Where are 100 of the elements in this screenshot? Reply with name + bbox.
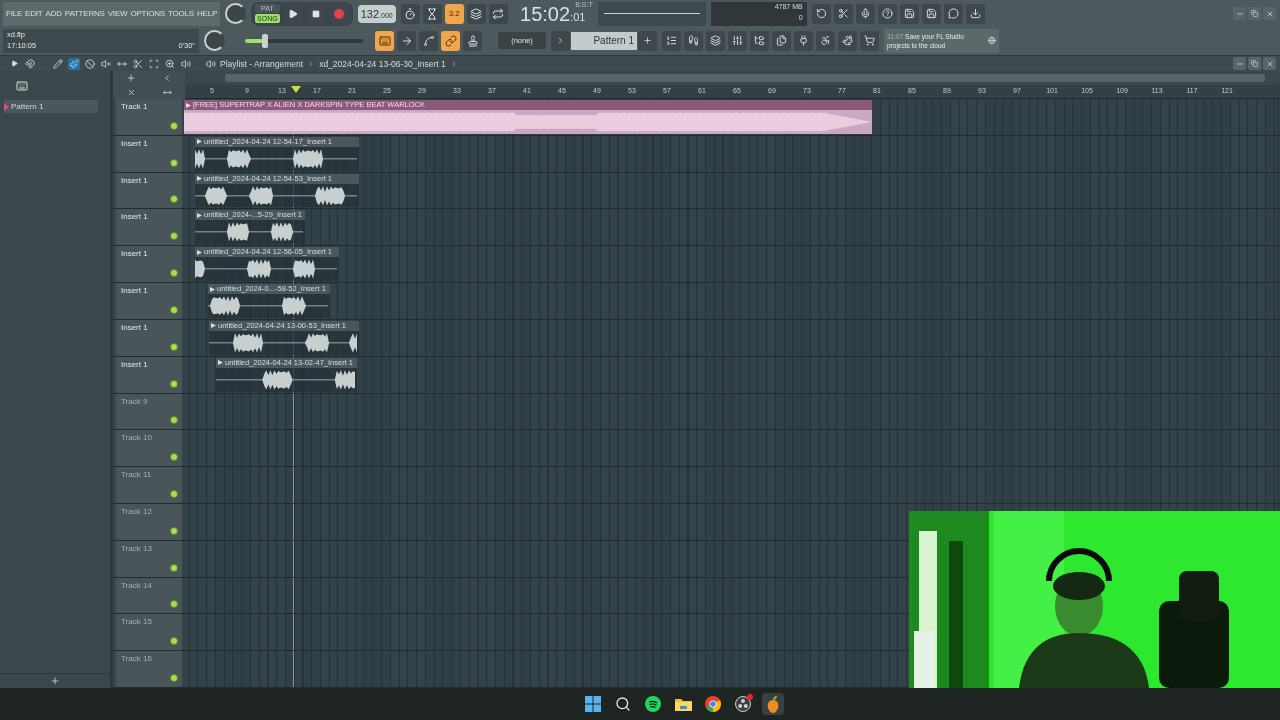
mixer-button[interactable] (728, 30, 747, 51)
track-header[interactable]: Track 14 (116, 577, 182, 614)
volume-knob[interactable] (225, 3, 247, 24)
metronome-button[interactable] (400, 3, 420, 24)
microphone-button[interactable] (855, 3, 875, 24)
track-enable-dot[interactable] (170, 121, 178, 130)
track-header[interactable]: Insert 1 (116, 246, 182, 283)
track-enable-dot[interactable] (170, 195, 178, 204)
menu-item[interactable]: PATTERNS (64, 9, 105, 18)
scissors-tool[interactable] (132, 57, 144, 70)
track-enable-dot[interactable] (170, 305, 178, 314)
track-enable-dot[interactable] (170, 342, 178, 351)
taskbar-button[interactable] (762, 693, 784, 715)
loop-button[interactable] (488, 3, 508, 24)
browser-button[interactable] (750, 30, 769, 51)
restore-button[interactable] (1248, 7, 1261, 20)
master-volume-slider[interactable] (245, 33, 363, 48)
slider-thumb[interactable] (261, 33, 268, 48)
channel-rack-button[interactable] (706, 30, 725, 51)
figure-button[interactable] (816, 30, 835, 51)
track-header[interactable]: Insert 1 (116, 319, 182, 356)
pencil-tool[interactable] (52, 57, 64, 70)
magnet-icon (25, 58, 35, 69)
chat-button[interactable] (943, 3, 963, 24)
zoom-tool[interactable] (164, 57, 176, 70)
shop-button[interactable] (860, 30, 879, 51)
keyboard-button[interactable] (375, 30, 394, 51)
pattern-selector[interactable]: Pattern 1 (571, 31, 637, 50)
track-header[interactable]: Insert 1 (116, 135, 182, 172)
track-enable-dot[interactable] (170, 158, 178, 167)
track-enable-dot[interactable] (170, 600, 178, 609)
stop-button[interactable] (306, 3, 326, 24)
menu-item[interactable]: FILE (6, 9, 23, 18)
restore-button[interactable] (1248, 57, 1261, 70)
close-button[interactable] (1263, 7, 1276, 20)
track-header[interactable]: Insert 1 (116, 283, 182, 319)
export-button[interactable] (921, 3, 941, 24)
track-enable-dot[interactable] (170, 232, 178, 241)
link-button[interactable] (441, 30, 460, 51)
stamp-button[interactable] (463, 30, 482, 51)
scissors-button[interactable] (833, 3, 853, 24)
close-button[interactable] (1263, 57, 1276, 70)
track-header[interactable]: Track 11 (116, 467, 182, 503)
track-header[interactable]: Track 12 (116, 503, 182, 540)
speaker-tool[interactable] (180, 57, 192, 70)
track-header[interactable]: Insert 1 (116, 209, 182, 246)
taskbar-button[interactable] (732, 693, 754, 715)
track-header[interactable]: Track 9 (116, 393, 182, 430)
track-enable-dot[interactable] (170, 453, 178, 462)
track-header[interactable]: Track 15 (116, 614, 182, 651)
help-button[interactable] (877, 3, 897, 24)
track-enable-dot[interactable] (170, 379, 178, 388)
playlist-button[interactable] (662, 30, 681, 51)
chat-icon (947, 8, 959, 19)
track-enable-dot[interactable] (170, 269, 178, 278)
download-button[interactable] (965, 3, 985, 24)
taskbar-button[interactable] (642, 693, 664, 715)
taskbar-button[interactable] (582, 693, 604, 715)
menu-item[interactable]: VIEW (107, 9, 128, 18)
menu-item[interactable]: EDIT (25, 9, 43, 18)
undo-button[interactable] (811, 3, 831, 24)
track-enable-dot[interactable] (170, 526, 178, 535)
pitch-knob[interactable] (204, 30, 225, 51)
track-header[interactable]: Track 1 (116, 99, 182, 135)
rabbit-button[interactable] (838, 30, 857, 51)
taskbar-button[interactable] (702, 693, 724, 715)
layers-button[interactable] (466, 3, 486, 24)
ban-tool[interactable] (84, 57, 96, 70)
files-button[interactable] (772, 30, 791, 51)
track-enable-dot[interactable] (170, 416, 178, 425)
menu-item[interactable]: HELP (197, 9, 218, 18)
plugin-button[interactable] (794, 30, 813, 51)
overview-scrollbar[interactable] (225, 74, 1265, 82)
curve-button[interactable] (419, 30, 438, 51)
track-header[interactable]: Insert 1 (116, 172, 182, 209)
menu-item[interactable]: ADD (45, 9, 62, 18)
pattern-item[interactable]: Pattern 1 (4, 100, 98, 113)
select-tool[interactable] (148, 57, 160, 70)
track-header[interactable]: Insert 1 (116, 356, 182, 393)
play-button[interactable] (283, 3, 303, 24)
track-header[interactable]: Track 16 (116, 651, 182, 687)
track-header[interactable]: Track 13 (116, 540, 182, 577)
tree-icon (754, 35, 765, 46)
track-enable-dot[interactable] (170, 637, 178, 646)
track-enable-dot[interactable] (170, 563, 178, 572)
track-enable-dot[interactable] (170, 489, 178, 498)
add-pattern-button[interactable] (638, 30, 657, 51)
save-button[interactable] (899, 3, 919, 24)
menu-item[interactable]: TOOLS (168, 9, 194, 18)
arrow-button[interactable] (397, 30, 416, 51)
magnet-button[interactable] (24, 57, 36, 70)
snap-button[interactable]: 3.2 (444, 3, 464, 24)
track-header[interactable]: Track 10 (116, 430, 182, 467)
hourglass-button[interactable] (422, 3, 442, 24)
brush-tool[interactable] (68, 57, 80, 70)
menu-item[interactable]: OPTIONS (130, 9, 165, 18)
piano-roll-button[interactable] (684, 30, 703, 51)
track-enable-dot[interactable] (170, 674, 178, 682)
breadcrumb-link[interactable]: xd_2024-04-24 13-06-30_Insert 1 (319, 58, 446, 69)
mute-tool[interactable] (100, 57, 112, 70)
